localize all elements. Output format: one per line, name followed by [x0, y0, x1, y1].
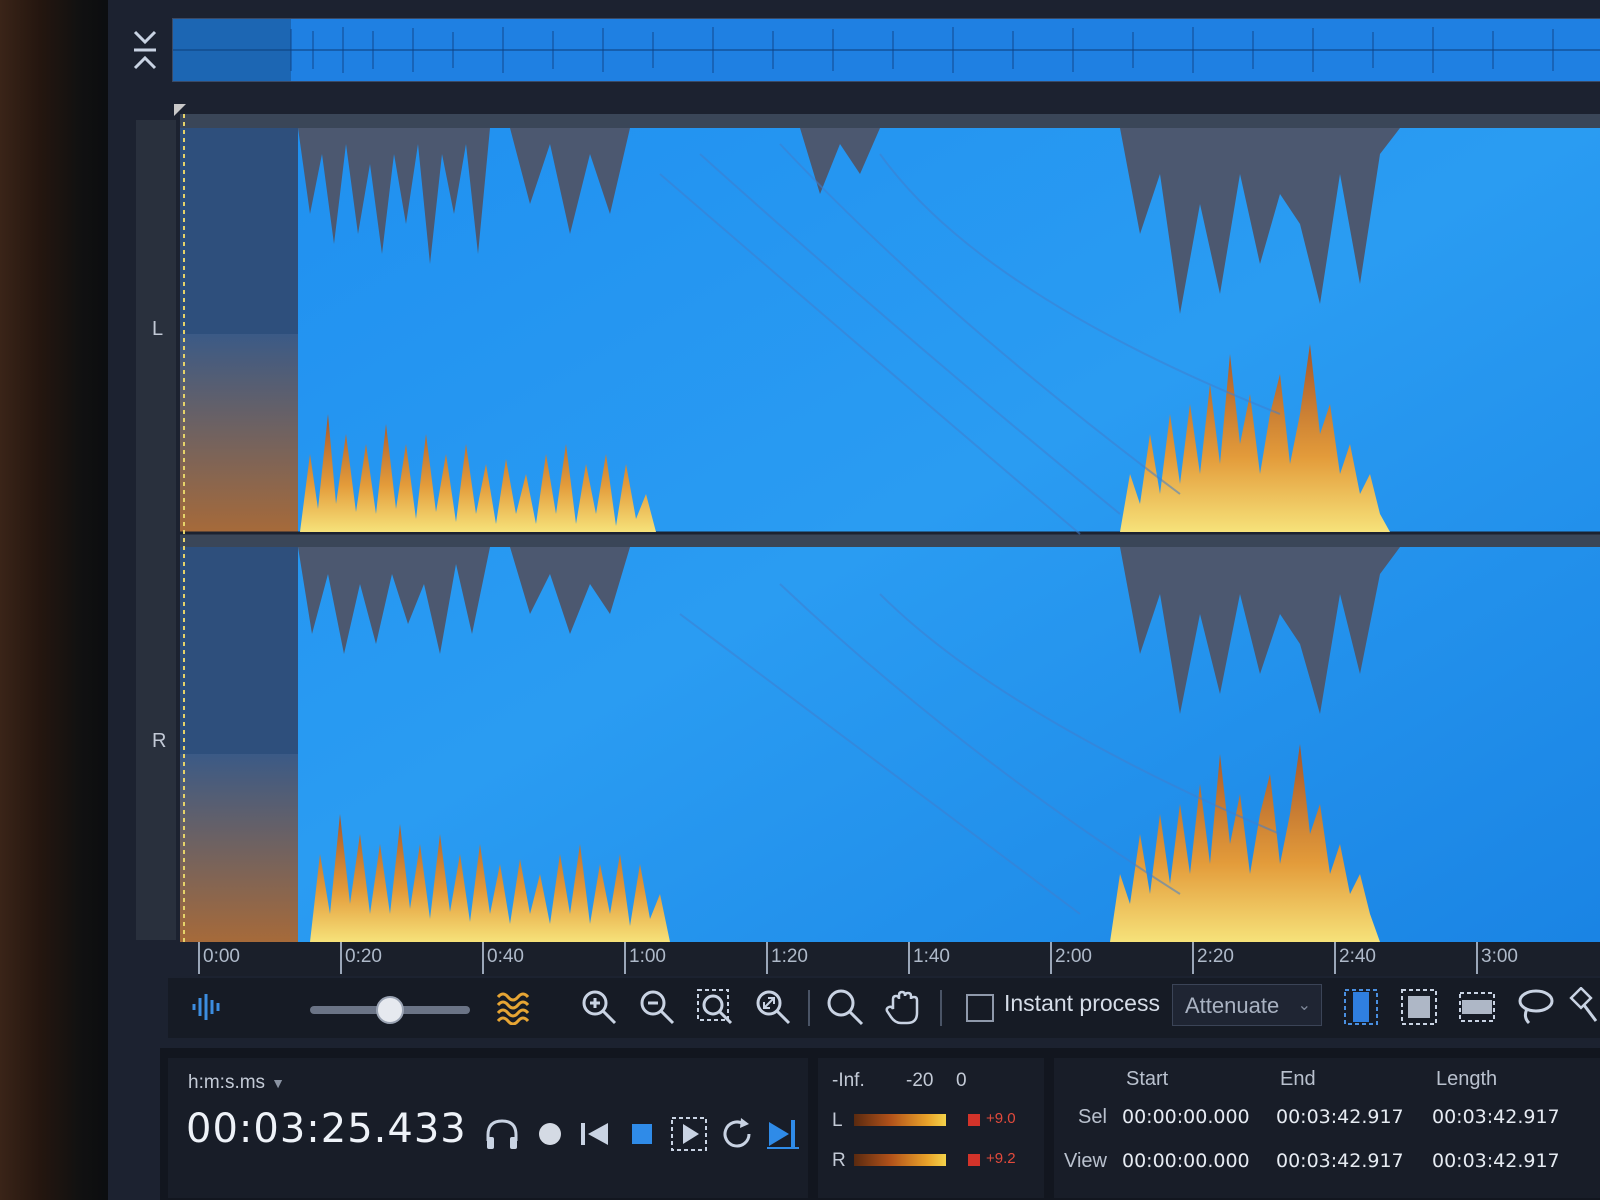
ruler-tick: 0:40 — [482, 942, 524, 974]
length-header: Length — [1436, 1068, 1498, 1090]
headphones-icon[interactable] — [482, 1112, 522, 1156]
selection-end-field[interactable]: 00:03:42.917 — [1276, 1106, 1404, 1128]
current-time-display: 00:03:25.433 — [186, 1106, 467, 1152]
meter-right-label: R — [832, 1150, 846, 1171]
view-row-label: View — [1064, 1150, 1107, 1172]
left-peak-value: +9.0 — [986, 1110, 1016, 1127]
ruler-tick: 1:40 — [908, 942, 950, 974]
ruler-tick: 1:00 — [624, 942, 666, 974]
ruler-tick: 3:00 — [1476, 942, 1518, 974]
selection-info-panel: Start End Length Sel 00:00:00.000 00:03:… — [1054, 1058, 1600, 1198]
spectrogram-display[interactable] — [180, 114, 1600, 942]
left-clip-indicator[interactable] — [968, 1114, 980, 1126]
chevron-down-icon: ⌄ — [1297, 997, 1311, 1014]
time-frequency-selection-tool-icon[interactable] — [1396, 984, 1442, 1030]
ruler-tick: 2:00 — [1050, 942, 1092, 974]
time-format-label: h:m:s.ms — [188, 1072, 266, 1093]
instant-process-label: Instant process — [1004, 990, 1160, 1016]
ruler-tick: 1:20 — [766, 942, 808, 974]
meter-scale-label: -Inf. — [832, 1070, 865, 1091]
time-ruler[interactable]: 0:00 0:20 0:40 1:00 1:20 1:40 2:00 2:20 … — [198, 942, 1600, 976]
follow-playhead-button[interactable] — [762, 1112, 804, 1156]
collapse-overview-icon[interactable] — [130, 26, 160, 74]
zoom-to-selection-icon[interactable] — [692, 984, 738, 1030]
editor-screen: L R 0:00 0:20 0:40 1:00 1:20 1:40 2:00 2… — [108, 0, 1600, 1200]
instant-process-checkbox[interactable] — [966, 994, 994, 1022]
start-header: Start — [1126, 1068, 1169, 1090]
hand-tool-icon[interactable] — [880, 984, 926, 1030]
zoom-out-icon[interactable] — [634, 984, 680, 1030]
right-clip-indicator[interactable] — [968, 1154, 980, 1166]
ruler-tick: 2:40 — [1334, 942, 1376, 974]
left-level-bar — [854, 1114, 946, 1126]
meter-scale-label: -20 — [906, 1070, 934, 1091]
waveform-view-icon[interactable] — [188, 984, 228, 1030]
transport-panel: h:m:s.ms ▼ 00:03:25.433 — [168, 1058, 808, 1198]
play-selection-button[interactable] — [666, 1112, 712, 1156]
zoom-in-icon[interactable] — [576, 984, 622, 1030]
right-peak-value: +9.2 — [986, 1150, 1016, 1167]
loop-button[interactable] — [716, 1112, 758, 1156]
instant-process-mode-select[interactable]: Attenuate ⌄ — [1172, 984, 1322, 1026]
end-header: End — [1280, 1068, 1316, 1090]
lasso-tool-icon[interactable] — [1512, 984, 1558, 1030]
ruler-tick: 0:00 — [198, 942, 240, 974]
ruler-tick: 0:20 — [340, 942, 382, 974]
time-selection-tool-icon[interactable] — [1338, 984, 1384, 1030]
left-channel-label: L — [152, 318, 164, 340]
toolbar-divider — [940, 990, 942, 1026]
instant-process-mode-value: Attenuate — [1185, 993, 1280, 1018]
toolbar-divider — [808, 990, 810, 1026]
magic-wand-tool-icon[interactable] — [1568, 984, 1598, 1030]
selection-row-label: Sel — [1078, 1106, 1107, 1128]
record-button[interactable] — [532, 1112, 568, 1156]
waveform-overview[interactable] — [172, 18, 1600, 82]
chevron-down-icon: ▼ — [271, 1075, 285, 1091]
stop-button[interactable] — [622, 1112, 662, 1156]
level-meter: -Inf. -20 0 L +9.0 R +9.2 — [818, 1058, 1044, 1198]
bottom-panel: h:m:s.ms ▼ 00:03:25.433 -Inf. -20 0 L +9… — [160, 1048, 1600, 1200]
spectrogram-view-icon[interactable] — [490, 984, 540, 1030]
right-channel-label: R — [152, 730, 167, 752]
channel-strip — [136, 120, 176, 940]
right-level-bar — [854, 1154, 946, 1166]
zoom-fit-icon[interactable] — [750, 984, 796, 1030]
view-toolbar: Instant process Attenuate ⌄ — [168, 978, 1600, 1038]
frequency-selection-tool-icon[interactable] — [1454, 984, 1500, 1030]
selection-length-field[interactable]: 00:03:42.917 — [1432, 1106, 1560, 1128]
view-start-field[interactable]: 00:00:00.000 — [1122, 1150, 1250, 1172]
view-length-field[interactable]: 00:03:42.917 — [1432, 1150, 1560, 1172]
time-format-select[interactable]: h:m:s.ms ▼ — [188, 1072, 285, 1094]
meter-scale-label: 0 — [956, 1070, 967, 1091]
meter-left-label: L — [832, 1110, 843, 1131]
selection-start-field[interactable]: 00:00:00.000 — [1122, 1106, 1250, 1128]
ruler-tick: 2:20 — [1192, 942, 1234, 974]
spectrogram-blend-slider-knob[interactable] — [376, 996, 404, 1024]
zoom-tool-icon[interactable] — [822, 984, 868, 1030]
skip-to-start-button[interactable] — [574, 1112, 616, 1156]
view-end-field[interactable]: 00:03:42.917 — [1276, 1150, 1404, 1172]
